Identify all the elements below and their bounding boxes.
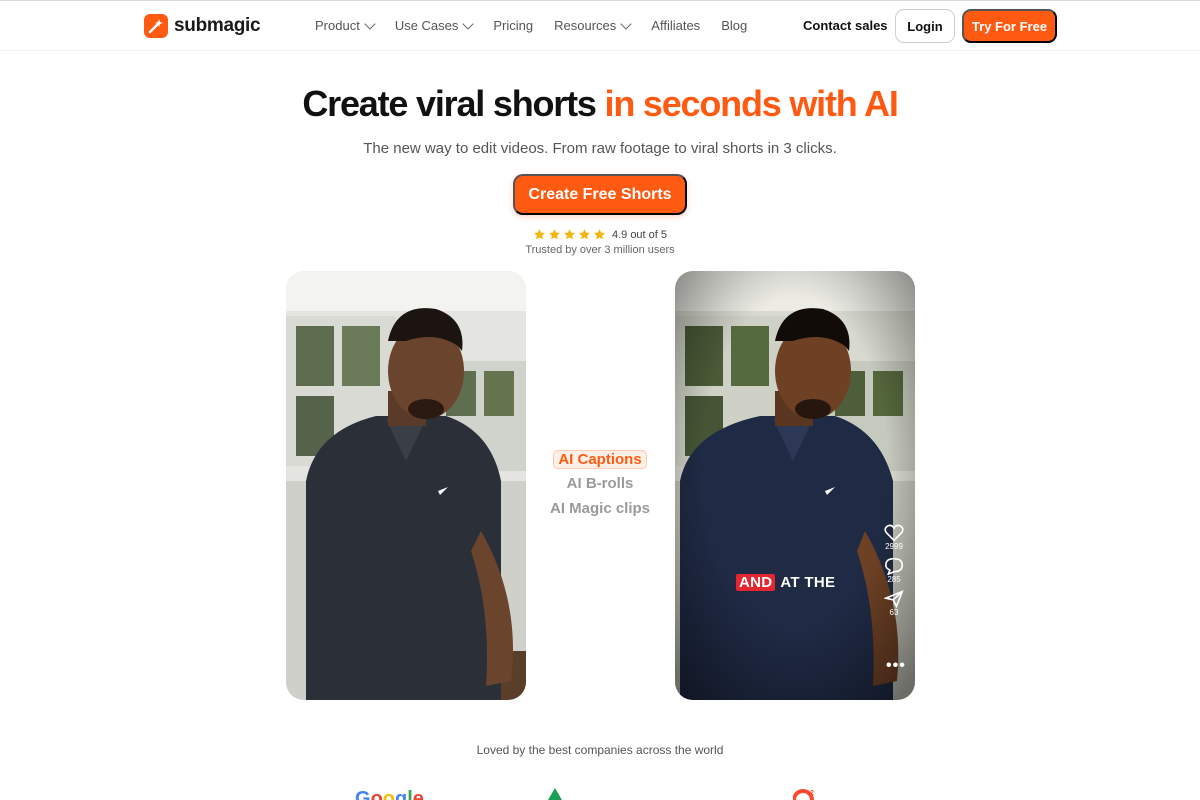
video-caption: AND AT THE bbox=[736, 574, 835, 591]
star-icon bbox=[579, 229, 590, 240]
nav-label: Pricing bbox=[493, 18, 534, 33]
nav-blog[interactable]: Blog bbox=[721, 18, 747, 33]
svg-text:2: 2 bbox=[810, 790, 814, 797]
edited-footage-image bbox=[675, 271, 915, 700]
nav-label: Blog bbox=[721, 18, 748, 33]
star-icon bbox=[564, 229, 575, 240]
feature-list: AI Captions AI B-rolls AI Magic clips bbox=[540, 450, 660, 525]
like-count: 2999 bbox=[885, 542, 903, 551]
nav-label: Product bbox=[315, 18, 360, 33]
comment-count: 285 bbox=[887, 575, 901, 584]
chevron-down-icon bbox=[462, 17, 475, 30]
nav-pricing[interactable]: Pricing bbox=[493, 18, 533, 33]
heart-icon bbox=[884, 524, 904, 542]
try-for-free-button[interactable]: Try For Free bbox=[962, 9, 1057, 43]
nav-use-cases[interactable]: Use Cases bbox=[394, 17, 475, 33]
headline-accent: in seconds with AI bbox=[604, 83, 899, 124]
more-options-icon[interactable]: ••• bbox=[886, 657, 906, 675]
raw-footage-image bbox=[286, 271, 526, 700]
brand-logo[interactable]: submagic bbox=[144, 14, 261, 38]
magic-wand-icon bbox=[144, 14, 168, 38]
nav-label: Use Cases bbox=[394, 18, 459, 33]
star-icon bbox=[534, 229, 545, 240]
company-logos: Google 2 bbox=[0, 788, 1200, 800]
contact-sales-link[interactable]: Contact sales bbox=[803, 18, 888, 33]
navbar: submagic Product Use Cases Pricing Resou… bbox=[0, 1, 1200, 51]
nav-affiliates[interactable]: Affiliates bbox=[651, 18, 700, 33]
comment-action[interactable]: 285 bbox=[880, 557, 908, 584]
rating: 4.9 out of 5 bbox=[0, 228, 1200, 241]
like-action[interactable]: 2999 bbox=[880, 524, 908, 551]
nav-label: Resources bbox=[554, 18, 617, 33]
nav-links: Product Use Cases Pricing Resources Affi… bbox=[315, 17, 747, 33]
hero-headline: Create viral shorts in seconds with AI bbox=[0, 83, 1200, 125]
feature-ai-brolls[interactable]: AI B-rolls bbox=[540, 475, 660, 494]
google-logo-image: Google bbox=[355, 788, 424, 800]
raw-video-preview[interactable] bbox=[286, 271, 526, 700]
company-triangle-logo-image bbox=[548, 788, 562, 800]
login-button[interactable]: Login bbox=[895, 9, 955, 43]
brand-name: submagic bbox=[174, 15, 261, 36]
hero-subline: The new way to edit videos. From raw foo… bbox=[363, 140, 837, 157]
share-action[interactable]: 63 bbox=[880, 590, 908, 617]
feature-ai-captions[interactable]: AI Captions bbox=[553, 450, 647, 469]
caption-words: AT THE bbox=[780, 574, 836, 591]
social-actions: 2999 285 63 bbox=[880, 524, 908, 623]
edited-video-preview[interactable]: 2999 285 63 ••• AND AT THE bbox=[675, 271, 915, 700]
nav-label: Affiliates bbox=[651, 18, 701, 33]
companies-heading: Loved by the best companies across the w… bbox=[476, 743, 724, 757]
create-free-shorts-button[interactable]: Create Free Shorts bbox=[513, 174, 687, 215]
send-icon bbox=[884, 590, 904, 608]
g2-logo-image: 2 bbox=[793, 789, 814, 800]
nav-resources[interactable]: Resources bbox=[554, 17, 632, 33]
rating-text: 4.9 out of 5 bbox=[611, 228, 668, 241]
star-icon bbox=[549, 229, 560, 240]
star-icon bbox=[594, 229, 605, 240]
nav-product[interactable]: Product bbox=[315, 17, 376, 33]
feature-ai-magic-clips[interactable]: AI Magic clips bbox=[540, 500, 660, 519]
chevron-down-icon bbox=[364, 17, 376, 30]
rating-stars bbox=[533, 228, 606, 241]
chevron-down-icon bbox=[620, 17, 632, 30]
headline-main: Create viral shorts bbox=[302, 83, 605, 124]
caption-highlight-word: AND bbox=[736, 574, 776, 591]
trusted-text: Trusted by over 3 million users bbox=[525, 244, 675, 256]
comment-icon bbox=[884, 557, 904, 575]
share-count: 63 bbox=[889, 608, 899, 617]
